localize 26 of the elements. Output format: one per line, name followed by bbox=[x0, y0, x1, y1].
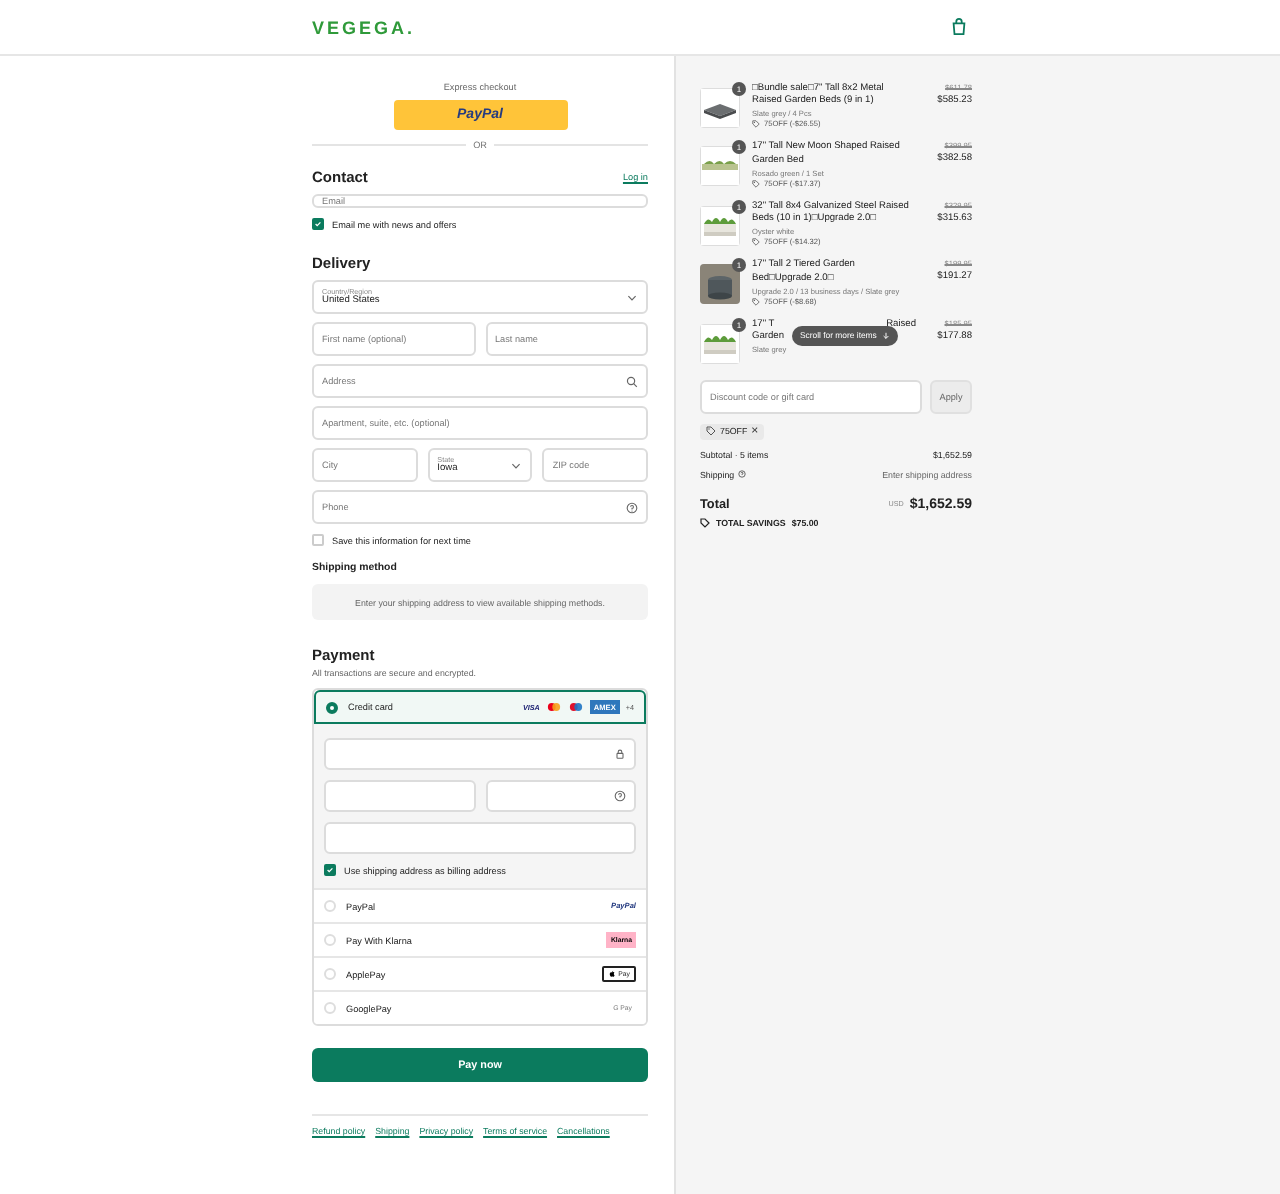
tag-icon bbox=[752, 179, 760, 188]
lock-icon bbox=[614, 748, 626, 760]
help-icon bbox=[614, 790, 626, 802]
chevron-icon bbox=[626, 291, 638, 303]
tag-icon bbox=[752, 238, 760, 247]
tag-icon bbox=[706, 426, 716, 437]
input-field[interactable] bbox=[324, 822, 636, 854]
tag-icon bbox=[700, 517, 710, 528]
search-icon bbox=[626, 375, 638, 387]
maestro-icon bbox=[567, 702, 584, 712]
down-arrow-icon bbox=[882, 331, 891, 340]
input-field[interactable] bbox=[485, 780, 636, 812]
checkbox[interactable] bbox=[324, 864, 336, 876]
input-field[interactable] bbox=[324, 738, 636, 770]
tag-icon bbox=[752, 297, 760, 306]
apple-icon bbox=[608, 970, 617, 978]
radio-button[interactable] bbox=[326, 701, 338, 713]
tag-icon bbox=[752, 120, 760, 129]
mastercard-icon bbox=[545, 702, 562, 712]
input-field[interactable] bbox=[324, 780, 475, 812]
chevron-icon bbox=[510, 459, 523, 471]
bag-icon bbox=[950, 18, 968, 36]
help-icon bbox=[626, 501, 638, 513]
checkbox[interactable] bbox=[312, 218, 324, 230]
logo[interactable]: VEGEGA. bbox=[312, 17, 416, 37]
help-icon bbox=[738, 470, 747, 479]
